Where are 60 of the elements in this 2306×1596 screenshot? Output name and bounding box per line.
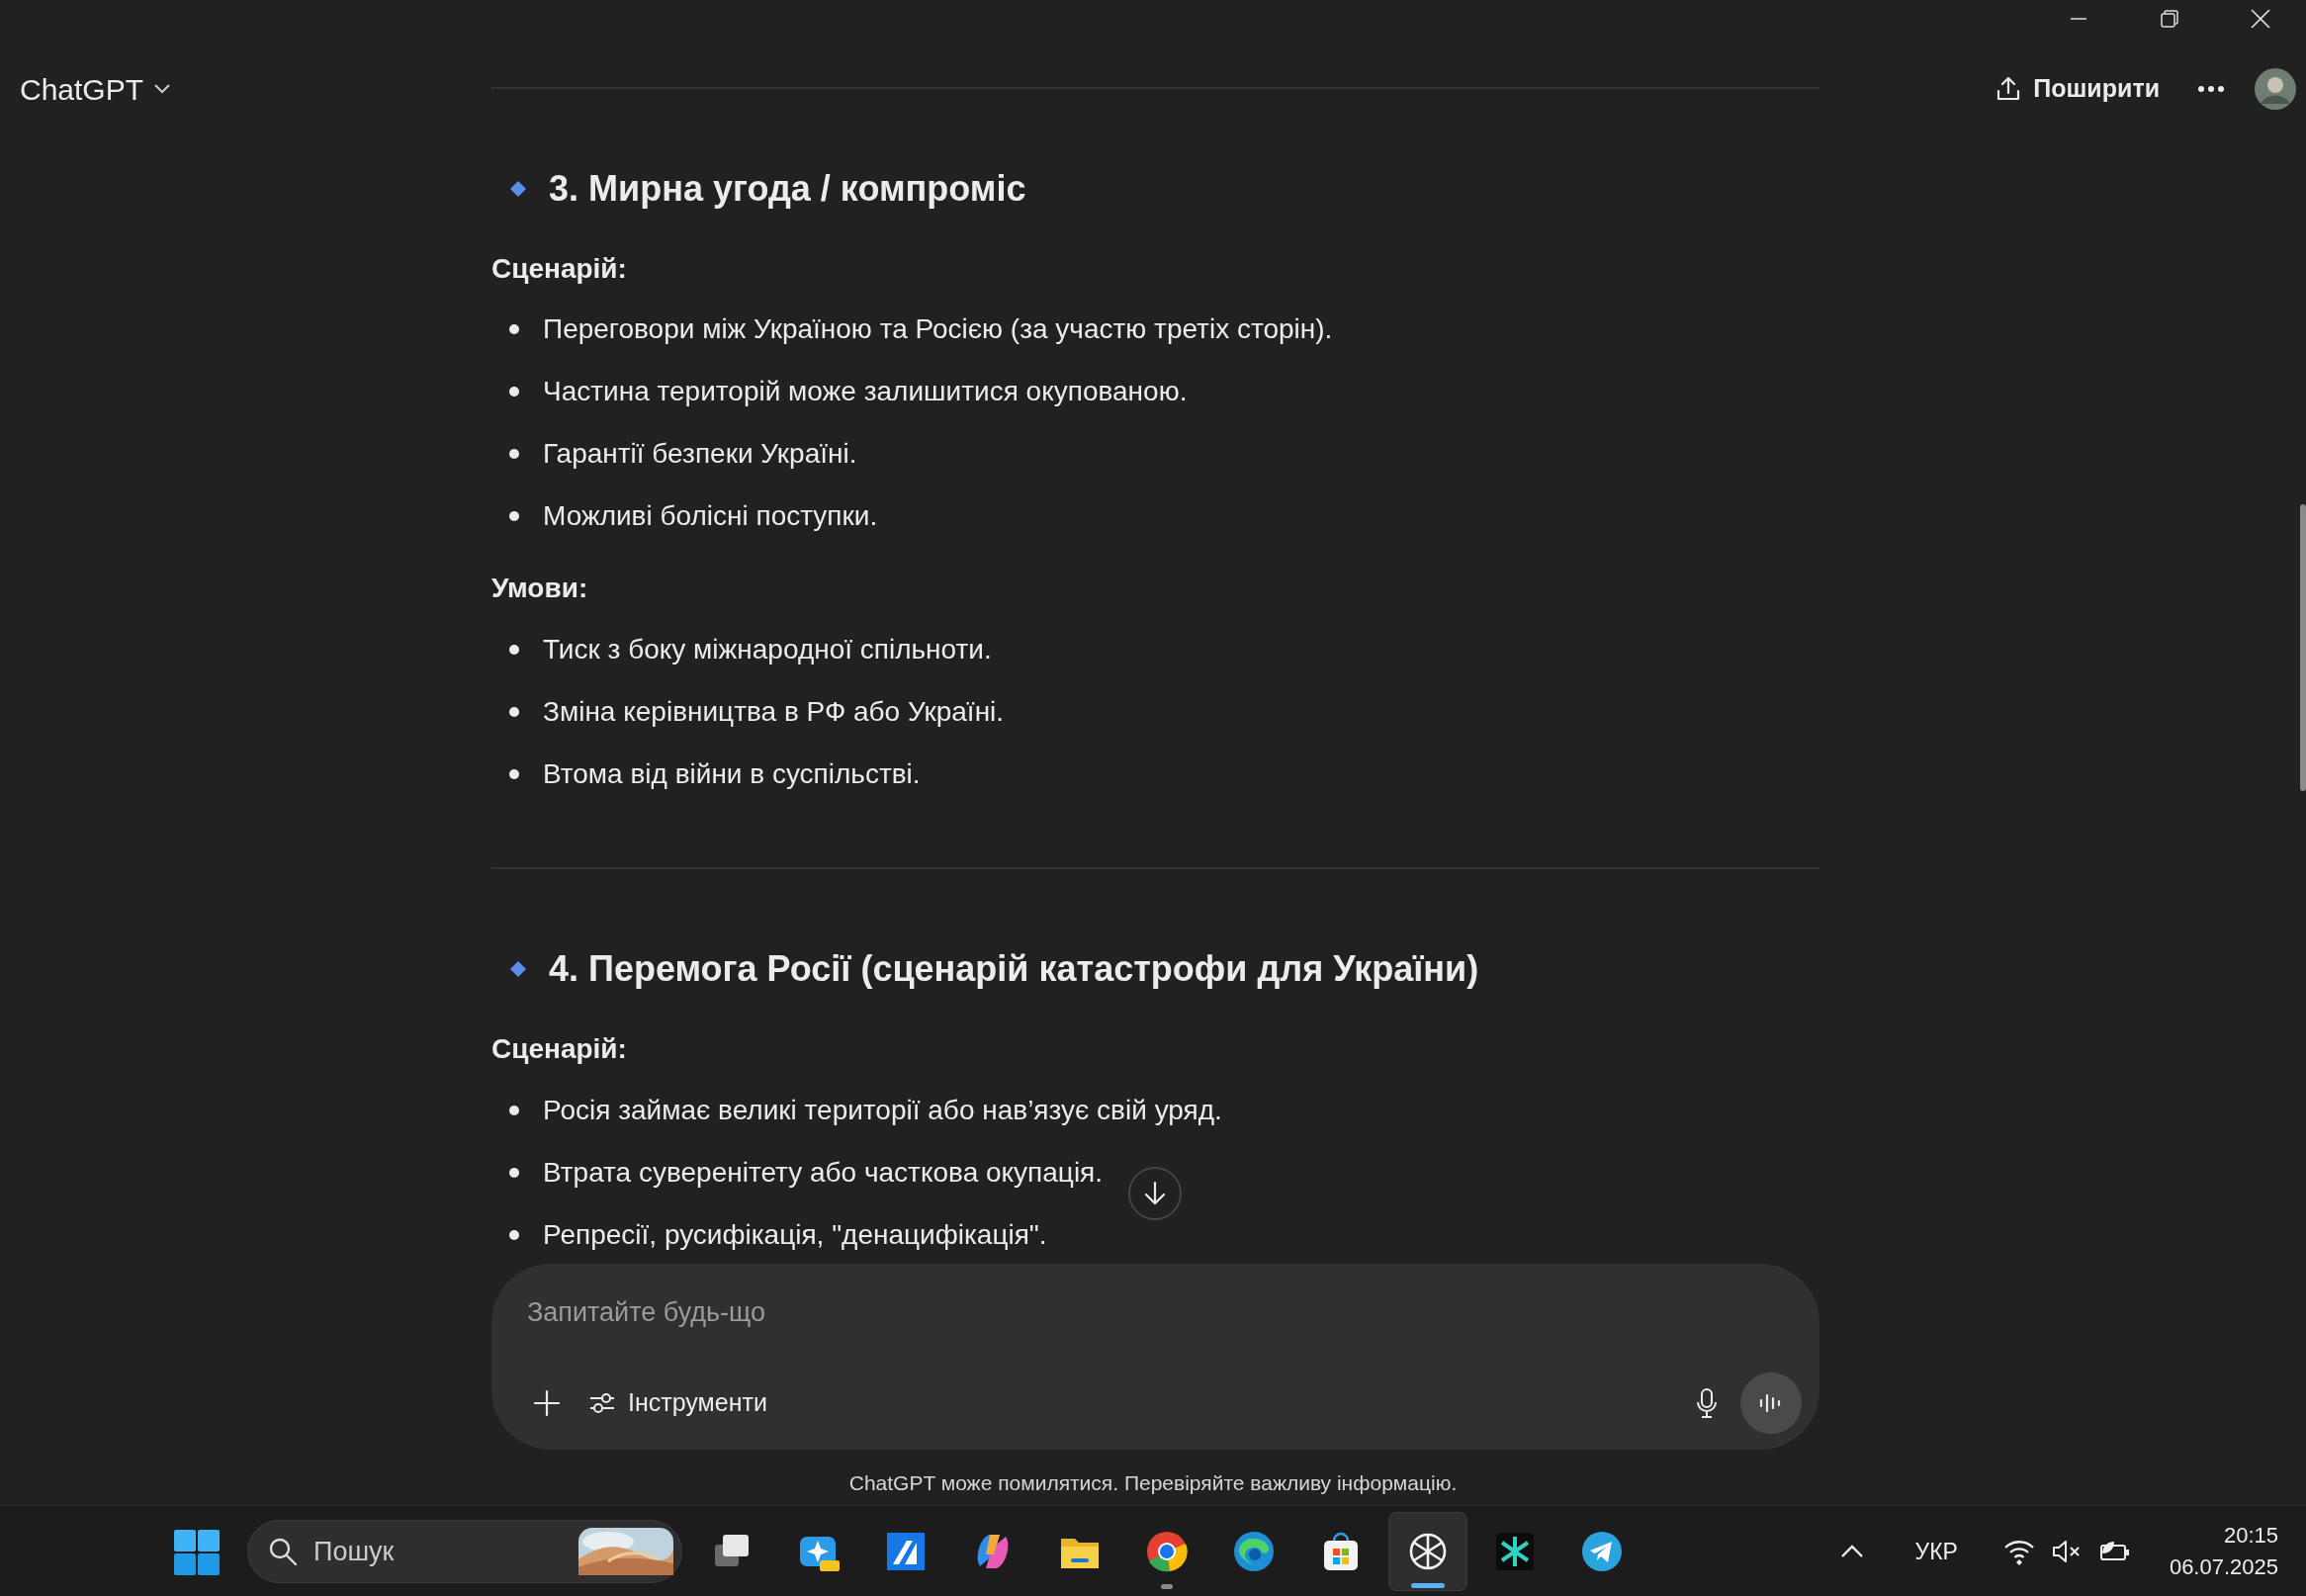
chevron-down-icon — [153, 83, 172, 95]
bullet-dot — [509, 511, 519, 522]
language-indicator[interactable]: УКР — [1914, 1534, 1958, 1569]
browser-circle-icon — [1144, 1529, 1190, 1574]
bullet-dot — [509, 387, 519, 398]
list-item-text: Можливі болісні поступки. — [543, 499, 878, 534]
list-item-text: Тиск з боку міжнародної спільноти. — [543, 633, 992, 667]
share-button[interactable]: Поширити — [1988, 66, 2168, 112]
wave-browser-icon — [1231, 1529, 1277, 1574]
avatar-icon — [2255, 68, 2296, 110]
paper-plane-icon — [1579, 1529, 1625, 1574]
scroll-down-button[interactable] — [1128, 1167, 1182, 1220]
clock-time[interactable]: 20:15 — [2169, 1520, 2278, 1552]
clock-date[interactable]: 06.07.2025 — [2169, 1552, 2278, 1583]
chevron-up-icon — [1839, 1544, 1864, 1559]
bullet-dot — [509, 1167, 519, 1178]
bullet-dot — [509, 645, 519, 656]
taskbar-search[interactable]: Пошук — [247, 1520, 682, 1583]
upload-icon — [1996, 75, 2022, 103]
message-field[interactable]: Запитайте будь-що Інструменти — [491, 1264, 1819, 1450]
arrow-down-icon — [1143, 1181, 1167, 1206]
section-heading: 4. Перемога Росії (сценарій катастрофи для України) — [549, 947, 1479, 992]
diamond-icon — [509, 179, 527, 198]
search-icon — [268, 1537, 298, 1566]
start-button[interactable] — [172, 1528, 222, 1577]
list-item-text: Репресії, русифікація, "денацифікація". — [543, 1217, 1047, 1252]
bullet-dot — [509, 324, 519, 335]
windows-logo-icon — [174, 1530, 220, 1575]
microphone-icon — [1695, 1387, 1719, 1419]
list-item-text: Гарантії безпеки Україні. — [543, 437, 857, 472]
muted-speaker-icon — [2050, 1538, 2083, 1565]
group-label: Сценарій: — [491, 1031, 628, 1066]
list-item-text: Переговори між Україною та Росією (за участю третіх сторін). — [543, 312, 1333, 347]
list-item-text: Втома від війни в суспільстві. — [543, 757, 921, 792]
tools-button[interactable]: Інструменти — [582, 1378, 773, 1428]
group-label: Сценарій: — [491, 251, 628, 286]
bullet-dot — [509, 769, 519, 780]
avatar-button[interactable] — [2255, 68, 2296, 110]
group-label: Умови: — [491, 572, 589, 606]
bullet-dot — [509, 449, 519, 460]
diamond-icon — [509, 960, 527, 978]
model-selector[interactable]: ChatGPT — [20, 66, 172, 112]
taskbar-app[interactable] — [1388, 1512, 1467, 1591]
bullet-dot — [509, 1105, 519, 1115]
disclaimer-text: ChatGPT може помилятися. Перевіряйте важливу інформацію. — [847, 1470, 1459, 1496]
list-item-text: Втрата суверенітету або часткова окупація. — [543, 1155, 1104, 1190]
close-icon[interactable] — [2250, 8, 2271, 30]
wifi-icon — [2002, 1538, 2035, 1565]
more-icon — [2197, 85, 2225, 93]
scrollbar-thumb[interactable] — [2300, 504, 2306, 791]
bullet-dot — [509, 707, 519, 718]
list-item-text: Зміна керівництва в РФ або Україні. — [543, 695, 1005, 730]
section-heading: 3. Мирна угода / компроміс — [549, 167, 1026, 211]
search-input[interactable]: Пошук — [311, 1530, 549, 1573]
bullet-dot — [509, 1229, 519, 1240]
list-item-text: Росія займає великі території або нав’язує свій уряд. — [543, 1093, 1222, 1127]
plus-icon — [533, 1389, 561, 1417]
message-input[interactable]: Запитайте будь-що — [527, 1287, 1802, 1337]
restore-icon[interactable] — [2160, 9, 2179, 29]
list-item-text: Частина територій може залишитися окупованою. — [543, 375, 1188, 409]
